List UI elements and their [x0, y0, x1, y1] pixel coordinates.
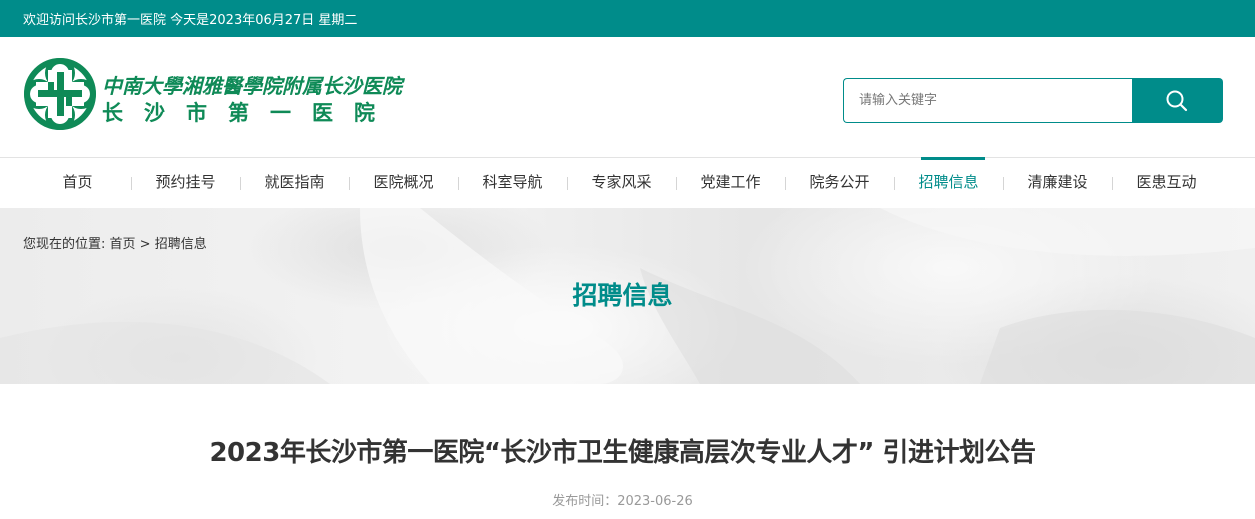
hospital-logo-icon[interactable] — [22, 56, 98, 132]
nav-item-overview[interactable]: 医院概况 — [349, 158, 458, 208]
page-banner: 您现在的位置: 首页 > 招聘信息 招聘信息 — [0, 208, 1255, 384]
article-title: 2023年长沙市第一医院“长沙市卫生健康高层次专业人才” 引进计划公告 — [209, 438, 1036, 468]
logo-hospital-name: 长沙市第一医院 — [102, 101, 396, 125]
breadcrumb-home-link[interactable]: 首页 — [110, 237, 136, 252]
nav-item-party[interactable]: 党建工作 — [676, 158, 785, 208]
nav-item-recruitment[interactable]: 招聘信息 — [894, 157, 1003, 208]
top-bar: 欢迎访问长沙市第一医院 今天是2023年06月27日 星期二 — [0, 0, 1255, 37]
publish-date: 发布时间：2023-06-26 — [552, 494, 693, 509]
breadcrumb-separator: > — [135, 237, 155, 252]
breadcrumb: 您现在的位置: 首页 > 招聘信息 — [23, 233, 207, 252]
welcome-text: 欢迎访问长沙市第一医院 今天是2023年06月27日 星期二 — [23, 13, 358, 28]
logo-university-text: 中南大學湘雅醫學院附属长沙医院 — [102, 74, 402, 98]
nav-item-interaction[interactable]: 医患互动 — [1112, 158, 1221, 208]
main-nav: 首页 预约挂号 就医指南 医院概况 科室导航 专家风采 党建工作 院务公开 招聘… — [0, 157, 1255, 208]
search-input[interactable] — [843, 78, 1134, 123]
nav-item-guide[interactable]: 就医指南 — [240, 158, 349, 208]
search-icon — [1166, 90, 1188, 112]
search-button[interactable] — [1132, 78, 1223, 123]
nav-item-home[interactable]: 首页 — [23, 158, 132, 208]
breadcrumb-current-link[interactable]: 招聘信息 — [155, 237, 207, 252]
search-box — [843, 78, 1223, 123]
nav-item-integrity[interactable]: 清廉建设 — [1003, 158, 1112, 208]
nav-item-departments[interactable]: 科室导航 — [458, 158, 567, 208]
nav-item-affairs[interactable]: 院务公开 — [785, 158, 894, 208]
site-header: 中南大學湘雅醫學院附属长沙医院 长沙市第一医院 — [0, 37, 1255, 158]
nav-item-appointment[interactable]: 预约挂号 — [131, 158, 240, 208]
breadcrumb-prefix: 您现在的位置: — [23, 237, 106, 252]
nav-item-experts[interactable]: 专家风采 — [567, 158, 676, 208]
banner-title: 招聘信息 — [572, 281, 673, 310]
